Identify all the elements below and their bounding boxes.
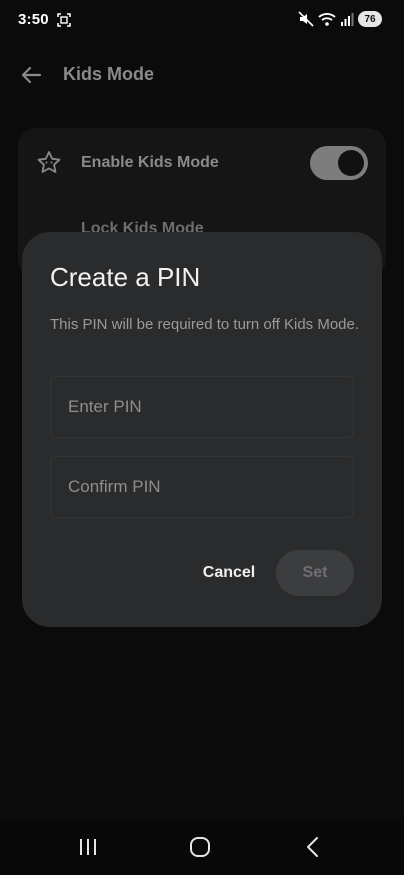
toggle-knob (338, 150, 364, 176)
screenshot-icon (57, 13, 71, 27)
kids-mode-screen: 3:50 76 Kids Mode Enable Kids Mode Lock … (0, 0, 404, 875)
cancel-button[interactable]: Cancel (192, 550, 266, 596)
back-icon[interactable] (300, 835, 326, 859)
enter-pin-input[interactable] (50, 376, 354, 438)
battery-icon: 76 (358, 11, 382, 27)
page-title: Kids Mode (63, 64, 155, 84)
create-pin-dialog: Create a PIN This PIN will be required t… (22, 232, 382, 627)
set-button[interactable]: Set (276, 550, 354, 596)
star-icon (37, 151, 61, 173)
wifi-icon (318, 13, 336, 26)
back-arrow-icon[interactable] (20, 64, 42, 86)
home-icon[interactable] (187, 835, 213, 859)
dialog-description: This PIN will be required to turn off Ki… (50, 316, 360, 333)
enable-kids-mode-toggle[interactable] (310, 146, 368, 180)
status-bar: 3:50 76 (0, 0, 404, 40)
app-bar: Kids Mode (0, 52, 404, 96)
status-icons: 76 (298, 11, 382, 27)
status-time: 3:50 (18, 11, 49, 28)
confirm-pin-input[interactable] (50, 456, 354, 518)
recents-icon[interactable] (75, 835, 101, 859)
navigation-bar (0, 819, 404, 875)
mute-icon (298, 11, 314, 27)
signal-icon (341, 13, 354, 26)
enable-kids-mode-label: Enable Kids Mode (81, 154, 219, 171)
dialog-title: Create a PIN (50, 262, 201, 292)
enable-kids-mode-row[interactable]: Enable Kids Mode (18, 128, 386, 198)
